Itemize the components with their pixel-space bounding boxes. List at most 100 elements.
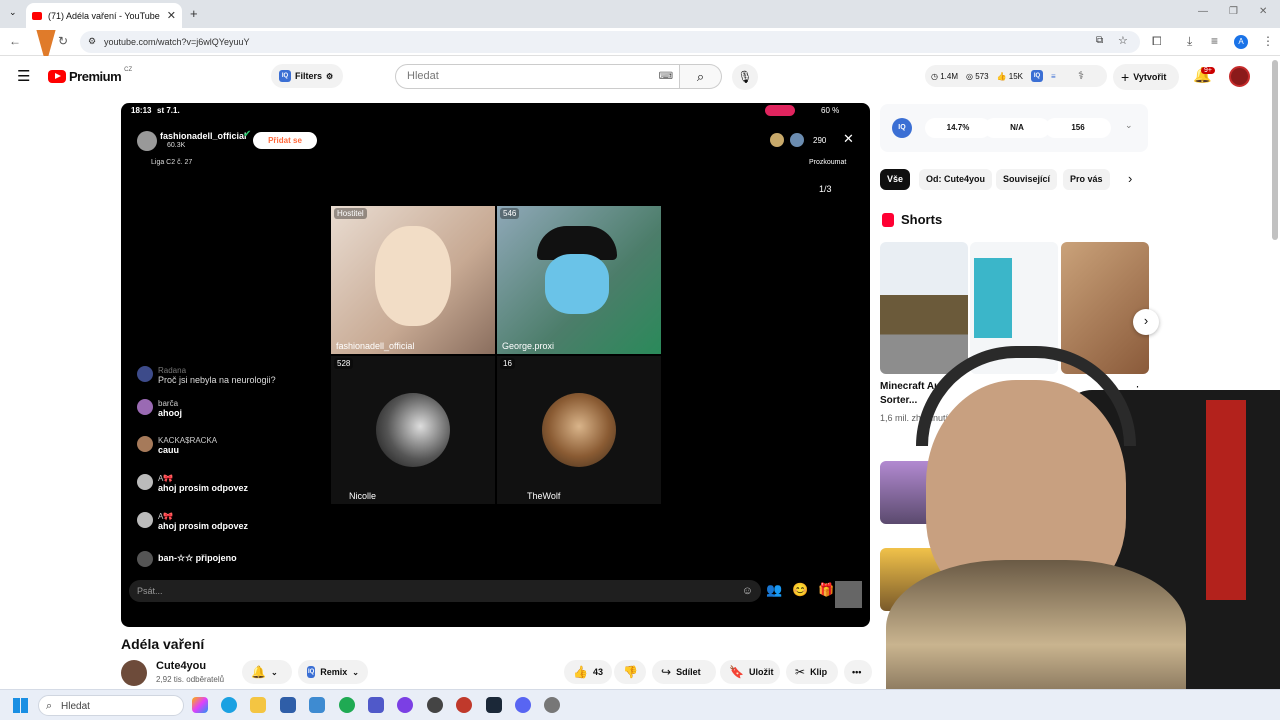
- shorts-next-button[interactable]: ›: [1133, 309, 1159, 335]
- join-button[interactable]: Přidat se: [253, 132, 317, 149]
- search-icon: ⌕: [46, 700, 53, 712]
- youtube-logo[interactable]: Premium CZ: [48, 67, 132, 84]
- keyboard-icon[interactable]: ⌨: [659, 65, 673, 88]
- guest-face: [545, 254, 609, 314]
- effects-icon[interactable]: 😊: [792, 582, 808, 598]
- sliders-icon: ⚙: [326, 71, 334, 81]
- page-scrollbar[interactable]: [1272, 60, 1278, 240]
- mail-icon[interactable]: [309, 697, 325, 713]
- guests-icon[interactable]: 👥: [766, 582, 782, 598]
- hamburger-menu-icon[interactable]: ☰: [17, 67, 30, 85]
- maximize-icon[interactable]: ❐: [1229, 6, 1238, 17]
- reading-list-icon[interactable]: ≡: [1211, 34, 1218, 48]
- reload-icon[interactable]: ↻: [58, 34, 68, 48]
- chevron-down-icon[interactable]: ⌄: [1125, 120, 1133, 131]
- back-icon[interactable]: ←: [9, 34, 21, 48]
- remix-button[interactable]: IQ Remix ⌄: [298, 660, 368, 684]
- guest-avatar: [542, 393, 616, 467]
- iq-logo-icon[interactable]: IQ: [892, 118, 912, 138]
- save-label: Uložit: [748, 667, 774, 677]
- browser-menu-icon[interactable]: ⋮: [1262, 34, 1274, 48]
- taskbar-search[interactable]: ⌕ Hledat: [38, 695, 184, 716]
- iq-icon: IQ: [307, 666, 316, 678]
- chip-all[interactable]: Vše: [880, 169, 911, 190]
- account-avatar[interactable]: [1229, 66, 1250, 87]
- cell-name: fashionadell_official: [336, 341, 415, 351]
- iq-icon[interactable]: IQ: [1030, 70, 1043, 82]
- cell-badge: 546: [500, 208, 520, 219]
- copilot-icon[interactable]: [192, 697, 208, 713]
- thumbs-up-icon: 👍: [573, 665, 588, 679]
- start-windows-icon[interactable]: [13, 698, 28, 713]
- address-bar[interactable]: ⚙ youtube.com/watch?v=j6wlQYeyuuY ⧉ ☆: [80, 31, 1140, 53]
- create-label: Vytvořit: [1133, 72, 1167, 82]
- channel-name[interactable]: Cute4you: [156, 660, 206, 672]
- more-icon: •••: [852, 667, 862, 677]
- share-button[interactable]: ↪ Sdílet: [652, 660, 716, 684]
- wordpad-icon[interactable]: [427, 697, 443, 713]
- user-thumbnail: [835, 581, 862, 608]
- likes-stat: 👍 15K: [996, 71, 1023, 81]
- bell-icon: 🔔: [251, 665, 266, 679]
- settings-icon[interactable]: ⚕: [1078, 69, 1084, 82]
- host-avatar: [137, 131, 157, 151]
- app-icon[interactable]: [456, 697, 472, 713]
- logo-text: Premium: [69, 69, 122, 84]
- shorts-icon: [882, 213, 894, 227]
- youtube-header: ☰ Premium CZ IQ Filters ⚙ Hledat ⌨ ⌕ 🎙 ◷…: [0, 57, 1280, 97]
- chrome-icon[interactable]: [339, 697, 355, 713]
- file-explorer-icon[interactable]: [250, 697, 266, 713]
- list-icon[interactable]: ≡: [1051, 72, 1056, 81]
- explore-label[interactable]: Prozkoumat: [809, 159, 846, 166]
- search-button[interactable]: ⌕: [680, 64, 722, 89]
- downloads-icon[interactable]: ⤓: [1187, 34, 1192, 49]
- filters-button[interactable]: IQ Filters ⚙: [271, 64, 343, 88]
- app-icon[interactable]: [397, 697, 413, 713]
- voice-search-button[interactable]: 🎙: [732, 64, 758, 90]
- browser-tab[interactable]: (71) Adéla vaření - YouTube ✕: [26, 3, 182, 28]
- chevron-down-icon: ⌄: [352, 667, 359, 677]
- gift-icon[interactable]: 🎁: [818, 582, 834, 598]
- like-button[interactable]: 👍 43: [564, 660, 612, 684]
- video-player[interactable]: 18:13 st 7.1. 60 % fashionadell_official…: [121, 103, 870, 627]
- cell-badge: Hostitel: [334, 208, 367, 219]
- tab-close-icon[interactable]: ✕: [167, 9, 176, 22]
- install-icon[interactable]: ⧉: [1096, 35, 1103, 46]
- shorts-title: Shorts: [901, 212, 943, 227]
- chip-channel[interactable]: Od: Cute4you: [919, 169, 993, 190]
- bookmark-icon: 🔖: [729, 665, 744, 679]
- store-icon[interactable]: [280, 697, 296, 713]
- tab-list-chevron-icon[interactable]: ⌄: [9, 7, 17, 18]
- extensions-icon[interactable]: ⧠: [1152, 34, 1162, 49]
- more-actions-button[interactable]: •••: [844, 660, 872, 684]
- new-tab-icon[interactable]: +: [190, 6, 198, 21]
- window-close-icon[interactable]: ✕: [1259, 6, 1267, 17]
- dislike-button[interactable]: 👎: [614, 660, 646, 684]
- close-live-icon[interactable]: ✕: [843, 131, 854, 147]
- chevron-right-icon[interactable]: ›: [1128, 171, 1132, 186]
- cell-badge: 16: [500, 358, 515, 369]
- search-input[interactable]: Hledat ⌨: [395, 64, 680, 89]
- steam-icon[interactable]: [486, 697, 502, 713]
- teams-icon[interactable]: [368, 697, 384, 713]
- app-icon[interactable]: [544, 697, 560, 713]
- save-button[interactable]: 🔖 Uložit: [720, 660, 780, 684]
- channel-avatar[interactable]: [121, 660, 147, 686]
- create-button[interactable]: + Vytvořit: [1113, 64, 1179, 90]
- subscribe-bell-button[interactable]: 🔔 ⌄: [242, 660, 292, 684]
- edge-icon[interactable]: [221, 697, 237, 713]
- site-info-icon[interactable]: ⚙: [88, 36, 96, 47]
- iq-value: 14.7%: [925, 118, 991, 138]
- chip-related[interactable]: Související: [996, 169, 1058, 190]
- minimize-icon[interactable]: —: [1198, 6, 1208, 17]
- chair-accent: [1206, 400, 1246, 600]
- chat-input[interactable]: Psát... ☺: [129, 580, 761, 602]
- discord-icon[interactable]: [515, 697, 531, 713]
- clip-button[interactable]: ✂ Klip: [786, 660, 838, 684]
- host-followers: 60.3K: [167, 142, 186, 149]
- profile-avatar[interactable]: A: [1234, 35, 1248, 49]
- emoji-icon[interactable]: ☺: [742, 580, 753, 602]
- bookmark-star-icon[interactable]: ☆: [1118, 34, 1128, 47]
- chat-avatar: [137, 551, 153, 567]
- chip-for-you[interactable]: Pro vás: [1063, 169, 1110, 190]
